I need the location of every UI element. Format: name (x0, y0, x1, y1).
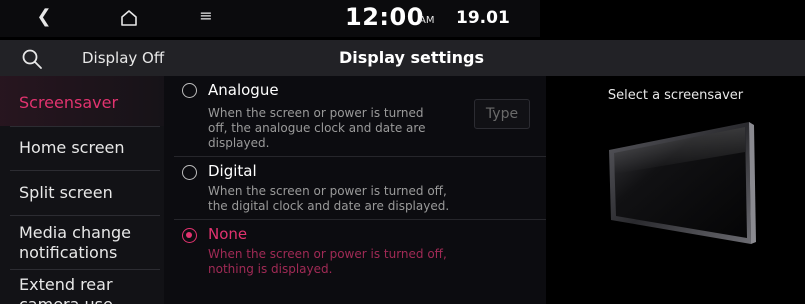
sidebar-item-split-screen[interactable]: Split screen (0, 183, 164, 202)
chevron-left-icon: ❮ (36, 6, 52, 27)
clock-time: 12:00 (345, 3, 424, 31)
menu-icon: ≡ (199, 6, 213, 25)
radio-analogue[interactable] (182, 83, 197, 98)
description-line: When the screen or power is turned (208, 106, 424, 120)
description-line: off, the analogue clock and date are (208, 121, 426, 135)
type-button[interactable]: Type (474, 99, 530, 129)
option-label: Analogue (208, 81, 279, 99)
option-label: None (208, 225, 248, 243)
radio-none[interactable] (182, 228, 197, 243)
screensaver-preview: Select a screensaver (546, 76, 805, 304)
home-button[interactable] (118, 7, 140, 29)
sidebar-item-screensaver[interactable]: Screensaver (0, 93, 164, 112)
sidebar-item-label-line: camera use (19, 295, 164, 304)
sidebar-item-extend-rear-camera-use[interactable]: Extend rear camera use (0, 275, 164, 304)
home-icon (121, 10, 137, 26)
description-line: displayed. (208, 136, 270, 150)
clock-date: 19.01 (456, 8, 510, 28)
page-title: Display settings (0, 48, 805, 67)
sidebar: Screensaver Home screen Split screen Med… (0, 76, 164, 304)
divider (10, 269, 160, 270)
description-line: When the screen or power is turned off, (208, 184, 447, 198)
option-label: Digital (208, 162, 257, 180)
sidebar-item-label-line: Extend rear (19, 275, 113, 294)
back-button[interactable]: ❮ (32, 6, 56, 27)
option-none[interactable]: None When the screen or power is turned … (164, 220, 546, 284)
sidebar-item-media-change-notifications[interactable]: Media change notifications (0, 223, 164, 263)
divider (10, 126, 160, 127)
option-description: When the screen or power is turned off, … (208, 247, 447, 277)
status-bar: ❮ ≡ 12:00 AM 19.01 (0, 0, 805, 37)
description-line: nothing is displayed. (208, 262, 333, 276)
option-analogue[interactable]: Analogue When the screen or power is tur… (164, 76, 546, 158)
sidebar-item-home-screen[interactable]: Home screen (0, 138, 164, 157)
sidebar-item-label-line: notifications (19, 243, 118, 262)
clock-ampm: AM (419, 15, 435, 26)
description-line: the digital clock and date are displayed… (208, 199, 450, 213)
option-digital[interactable]: Digital When the screen or power is turn… (164, 157, 546, 221)
option-description: When the screen or power is turned off, … (208, 184, 449, 214)
menu-button[interactable]: ≡ (196, 6, 216, 25)
divider (10, 170, 160, 171)
header-bar: Display Off Display settings (0, 40, 805, 76)
sidebar-item-label-line: Media change (19, 223, 132, 242)
screensaver-options: Analogue When the screen or power is tur… (164, 76, 546, 304)
screen-preview-image (604, 116, 774, 256)
page-title-text: Display settings (338, 48, 485, 67)
preview-label: Select a screensaver (607, 88, 744, 103)
option-description: When the screen or power is turned off, … (208, 106, 425, 151)
description-line: When the screen or power is turned off, (208, 247, 447, 261)
radio-digital[interactable] (182, 165, 197, 180)
divider (10, 215, 160, 216)
monitor-icon (609, 122, 756, 244)
